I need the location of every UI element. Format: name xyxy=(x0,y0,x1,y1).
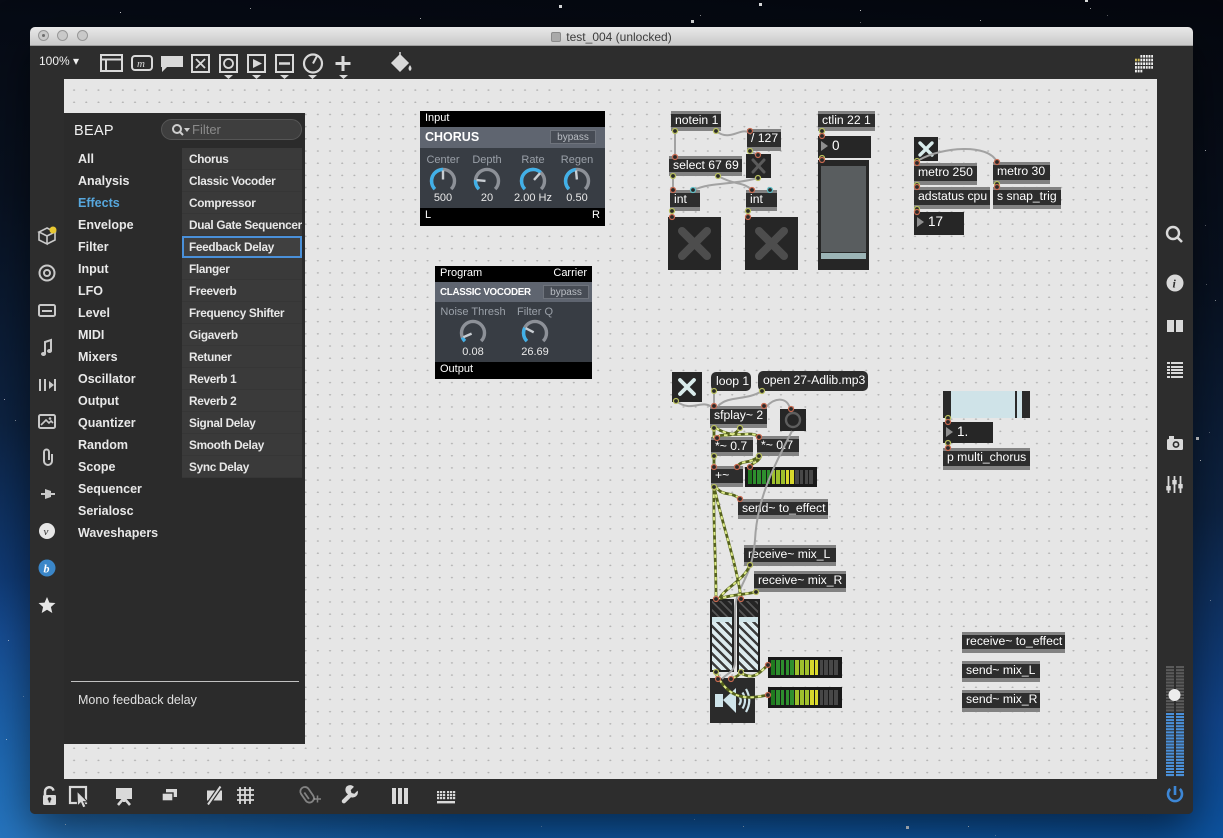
svg-text:Center: Center xyxy=(426,154,459,166)
svg-text:Depth: Depth xyxy=(472,154,501,166)
svg-text:500: 500 xyxy=(434,192,452,204)
svg-text:m: m xyxy=(137,58,145,70)
svg-text:20: 20 xyxy=(481,192,493,204)
svg-text:26.69: 26.69 xyxy=(521,346,549,358)
svg-text:Filter Q: Filter Q xyxy=(517,306,554,318)
svg-text:v: v xyxy=(44,526,49,538)
svg-text:0.50: 0.50 xyxy=(566,192,587,204)
svg-text:0.08: 0.08 xyxy=(462,346,483,358)
svg-text:Regen: Regen xyxy=(561,154,593,166)
svg-text:Rate: Rate xyxy=(521,154,544,166)
svg-text:Noise Thresh: Noise Thresh xyxy=(440,306,505,318)
svg-text:b: b xyxy=(44,562,50,576)
svg-text:2.00 Hz: 2.00 Hz xyxy=(514,192,552,204)
